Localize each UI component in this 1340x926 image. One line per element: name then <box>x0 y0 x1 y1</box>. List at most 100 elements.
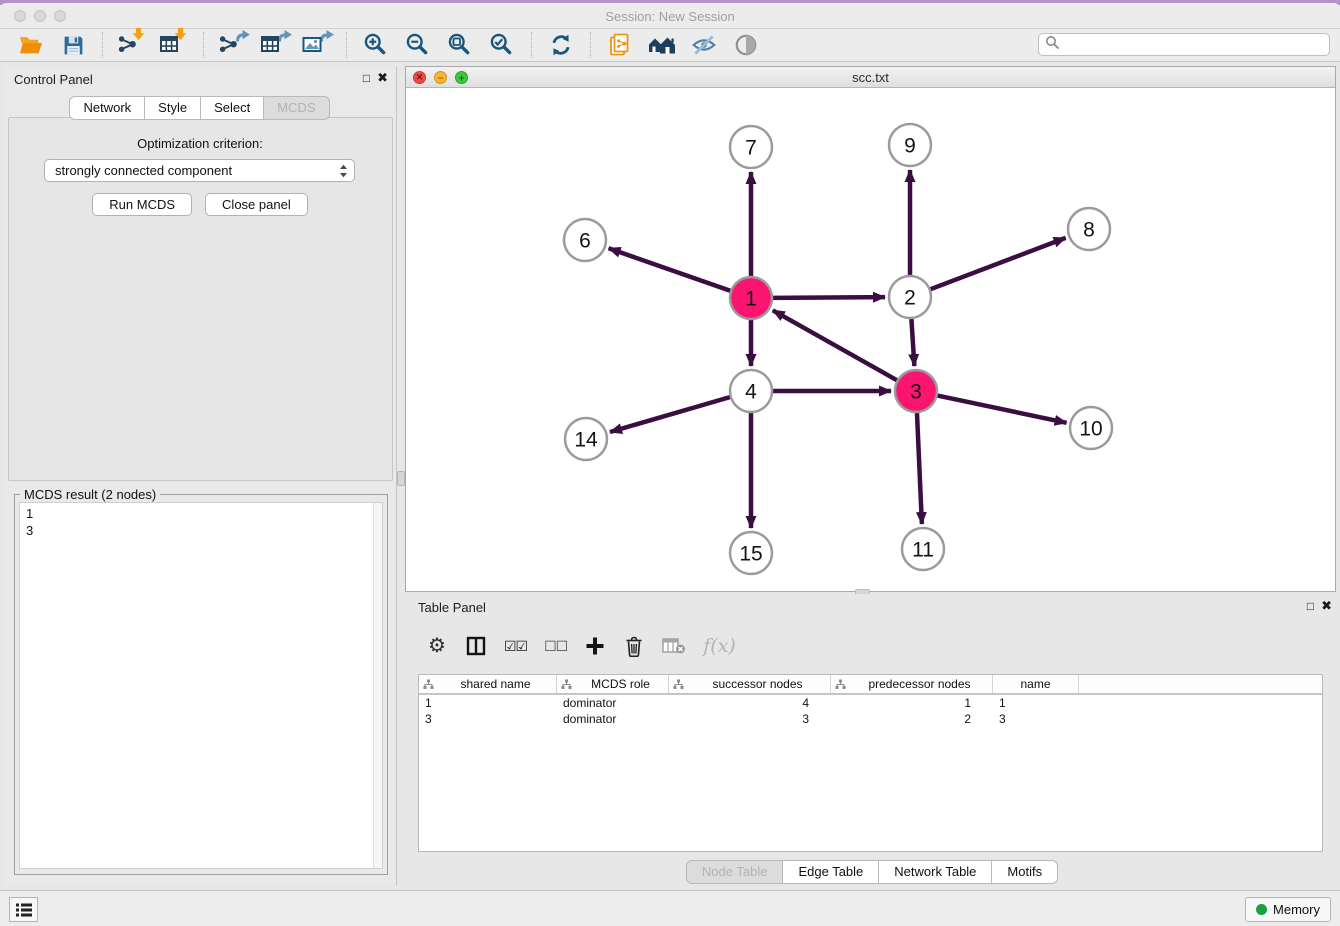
svg-text:2: 2 <box>904 287 916 310</box>
graph-edge-1-6[interactable] <box>609 248 731 290</box>
result-scrollbar[interactable] <box>373 503 382 868</box>
run-mcds-button[interactable]: Run MCDS <box>92 193 192 216</box>
network-from-selection-button[interactable] <box>599 30 641 60</box>
hide-graphics-details-icon <box>691 33 717 57</box>
delete-button[interactable] <box>623 632 645 660</box>
home-button[interactable] <box>641 30 683 60</box>
add-button[interactable] <box>584 632 606 660</box>
apply-layout-button[interactable] <box>540 30 582 60</box>
table-cell[interactable]: 1 <box>419 695 557 711</box>
table-cell[interactable]: 1 <box>831 695 993 711</box>
memory-label: Memory <box>1273 902 1320 917</box>
mcds-result-group: MCDS result (2 nodes) 1 3 <box>14 494 388 875</box>
tab-node-table[interactable]: Node Table <box>686 860 784 884</box>
table-cell[interactable]: 4 <box>669 695 831 711</box>
network-window-titlebar[interactable]: ✕ − + scc.txt <box>406 67 1335 88</box>
select-all-button[interactable]: ☑☑ <box>504 632 527 660</box>
control-panel-title: Control Panel <box>14 72 93 87</box>
hide-graphics-details-button[interactable] <box>683 30 725 60</box>
graph-node-10[interactable]: 10 <box>1070 407 1112 449</box>
vertical-splitter-handle[interactable] <box>397 471 405 486</box>
export-image-button[interactable] <box>296 30 338 60</box>
memory-button[interactable]: Memory <box>1245 897 1331 922</box>
save-session-icon <box>62 34 85 57</box>
table-cell[interactable]: dominator <box>557 711 669 727</box>
table-cell[interactable]: 3 <box>993 711 1079 727</box>
tab-motifs[interactable]: Motifs <box>991 860 1058 884</box>
task-history-button[interactable] <box>9 897 38 922</box>
tab-network-table[interactable]: Network Table <box>878 860 992 884</box>
graph-node-3[interactable]: 3 <box>895 370 937 412</box>
table-row[interactable]: 1dominator411 <box>419 695 1322 711</box>
float-panel-icon[interactable]: □ <box>363 71 370 85</box>
session-title: Session: New Session <box>0 9 1340 24</box>
tab-mcds[interactable]: MCDS <box>263 96 329 120</box>
table-cell[interactable]: 2 <box>831 711 993 727</box>
criterion-value: strongly connected component <box>55 163 339 178</box>
column-header-predecessor-nodes[interactable]: predecessor nodes <box>831 675 993 693</box>
graph-node-15[interactable]: 15 <box>730 532 772 574</box>
columns-button[interactable] <box>465 632 487 660</box>
unselect-all-icon: ☐☐ <box>544 638 567 655</box>
tab-select[interactable]: Select <box>200 96 264 120</box>
graph-node-6[interactable]: 6 <box>564 219 606 261</box>
graph-edge-4-14[interactable] <box>610 397 730 432</box>
graph-node-11[interactable]: 11 <box>902 528 944 570</box>
column-header-successor-nodes[interactable]: successor nodes <box>669 675 831 693</box>
table-cell[interactable]: 3 <box>669 711 831 727</box>
close-table-panel-icon[interactable]: ✖ <box>1321 599 1332 613</box>
zoom-out-button[interactable] <box>397 30 439 60</box>
graph-edge-3-1[interactable] <box>773 310 897 380</box>
tab-network[interactable]: Network <box>69 96 145 120</box>
zoom-selected-button[interactable] <box>481 30 523 60</box>
graph-node-4[interactable]: 4 <box>730 370 772 412</box>
column-header-MCDS-role[interactable]: MCDS role <box>557 675 669 693</box>
network-canvas[interactable]: 7 9 6 8 1 2 4 3 14 10 15 11 <box>406 88 1335 591</box>
criterion-dropdown[interactable]: strongly connected component <box>44 159 355 182</box>
graph-node-7[interactable]: 7 <box>730 126 772 168</box>
graph-node-8[interactable]: 8 <box>1068 208 1110 250</box>
graph-edge-3-11[interactable] <box>917 413 922 524</box>
table-row[interactable]: 3dominator323 <box>419 711 1322 727</box>
export-table-button[interactable] <box>254 30 296 60</box>
open-folder-button[interactable] <box>10 30 52 60</box>
import-table-button[interactable] <box>153 30 195 60</box>
search-field[interactable] <box>1038 33 1330 56</box>
table-cell[interactable]: 1 <box>993 695 1079 711</box>
status-bar: Memory <box>0 890 1340 926</box>
show-graphics-details-button[interactable] <box>725 30 767 60</box>
delete-table-button[interactable] <box>662 632 686 660</box>
unselect-all-button[interactable]: ☐☐ <box>544 632 567 660</box>
table-cell[interactable]: 3 <box>419 711 557 727</box>
tab-edge-table[interactable]: Edge Table <box>782 860 879 884</box>
graph-node-14[interactable]: 14 <box>565 418 607 460</box>
app-titlebar[interactable]: Session: New Session <box>0 3 1340 29</box>
zoom-in-button[interactable] <box>355 30 397 60</box>
gear-button[interactable]: ⚙ <box>426 632 448 660</box>
network-view-window: ✕ − + scc.txt 7 9 6 8 1 2 4 3 14 10 15 11 <box>405 66 1336 592</box>
home-icon <box>648 34 676 56</box>
mcds-result-textarea[interactable]: 1 3 <box>19 502 383 869</box>
close-panel-button[interactable]: Close panel <box>205 193 308 216</box>
tab-style[interactable]: Style <box>144 96 201 120</box>
export-network-button[interactable] <box>212 30 254 60</box>
graph-edge-1-2[interactable] <box>773 297 885 298</box>
import-network-button[interactable] <box>111 30 153 60</box>
graph-node-1[interactable]: 1 <box>730 277 772 319</box>
table-cell[interactable]: dominator <box>557 695 669 711</box>
search-input[interactable] <box>1063 37 1323 52</box>
column-type-icon <box>835 679 846 690</box>
graph-edge-3-10[interactable] <box>938 396 1067 423</box>
close-panel-icon[interactable]: ✖ <box>377 71 388 85</box>
zoom-out-icon <box>405 32 431 58</box>
save-session-button[interactable] <box>52 30 94 60</box>
graph-edge-2-8[interactable] <box>931 238 1066 289</box>
graph-node-2[interactable]: 2 <box>889 276 931 318</box>
column-header-name[interactable]: name <box>993 675 1079 693</box>
fx-button[interactable]: f(x) <box>703 632 736 660</box>
graph-node-9[interactable]: 9 <box>889 124 931 166</box>
column-header-shared-name[interactable]: shared name <box>419 675 557 693</box>
zoom-fit-button[interactable] <box>439 30 481 60</box>
graph-edge-2-3[interactable] <box>911 319 914 366</box>
float-table-panel-icon[interactable]: □ <box>1307 599 1314 613</box>
